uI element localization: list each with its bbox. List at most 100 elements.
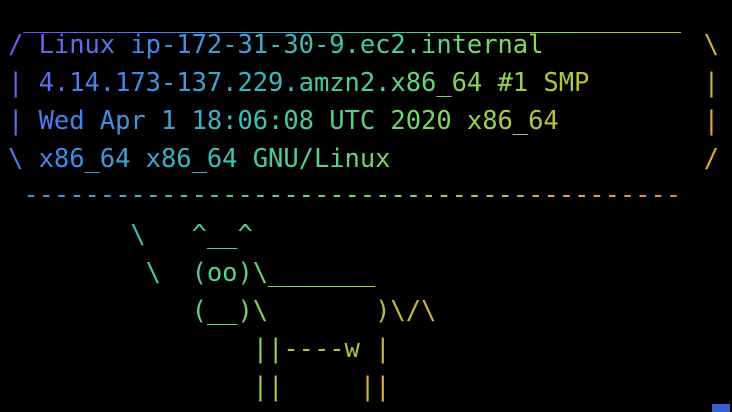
terminal-char: _ (436, 68, 452, 98)
terminal-char: - (53, 180, 70, 210)
terminal-char: - (160, 68, 177, 98)
terminal-char: 2 (390, 30, 406, 60)
terminal-char: . (405, 30, 422, 60)
terminal-char (23, 254, 38, 292)
terminal-char: n (436, 30, 452, 60)
terminal-char: - (359, 180, 376, 210)
terminal-char: . (53, 68, 70, 98)
terminal-char: _ (206, 220, 223, 250)
terminal-char (543, 140, 558, 178)
terminal-char: r (130, 106, 146, 136)
terminal-char: x (99, 30, 116, 60)
terminal-char: - (451, 180, 467, 210)
terminal-char (452, 102, 467, 140)
terminal-char: N (268, 144, 284, 174)
terminal-char (467, 140, 482, 178)
terminal-char: - (619, 180, 636, 210)
terminal-window[interactable]: ________________________________________… (0, 0, 732, 412)
terminal-char: \ (130, 220, 146, 250)
terminal-char: 1 (252, 30, 269, 60)
terminal-char (39, 292, 54, 330)
terminal-char: _ (206, 296, 223, 326)
terminal-char (115, 292, 130, 330)
terminal-line: || || (8, 368, 391, 406)
terminal-char: 4 (115, 144, 131, 174)
terminal-char: _ (298, 258, 314, 288)
terminal-char (130, 292, 145, 330)
terminal-char: 2 (359, 68, 376, 98)
terminal-char (54, 368, 69, 406)
terminal-char: 3 (145, 68, 162, 98)
terminal-char: : (222, 106, 238, 136)
terminal-char: A (99, 106, 116, 136)
terminal-char: n (344, 144, 360, 174)
terminal-char (192, 368, 207, 406)
terminal-char (39, 368, 54, 406)
terminal-char: 8 (482, 106, 498, 136)
terminal-char (130, 368, 145, 406)
terminal-char: i (53, 30, 70, 60)
terminal-char: e (466, 30, 483, 60)
terminal-char (84, 330, 99, 368)
terminal-char: - (176, 180, 192, 210)
terminal-char: 1 (512, 68, 529, 98)
terminal-char: . (375, 68, 391, 98)
terminal-char: _ (222, 296, 238, 326)
terminal-char: 2 (421, 106, 437, 136)
terminal-char (23, 26, 38, 64)
terminal-char: i (421, 30, 437, 60)
terminal-char: / (8, 30, 24, 60)
terminal-char: L (38, 30, 54, 60)
terminal-char: 6 (176, 144, 192, 174)
terminal-char: - (237, 180, 253, 210)
terminal-char (23, 64, 38, 102)
terminal-char: / (405, 296, 422, 326)
terminal-char: 6 (69, 144, 85, 174)
terminal-char: \ (8, 144, 24, 174)
terminal-char (635, 26, 650, 64)
terminal-char: a (512, 30, 529, 60)
terminal-char: - (650, 180, 666, 210)
terminal-char (390, 140, 405, 178)
terminal-char (161, 216, 176, 254)
terminal-char: | (252, 372, 269, 402)
terminal-char: | (375, 334, 391, 364)
terminal-char: - (160, 180, 177, 210)
terminal-char: - (283, 334, 299, 364)
terminal-char: 7 (206, 68, 223, 98)
terminal-char: G (252, 144, 269, 174)
terminal-char: e (53, 106, 70, 136)
terminal-char (23, 140, 38, 178)
terminal-char (161, 292, 176, 330)
terminal-char (513, 140, 528, 178)
terminal-char: 8 (405, 68, 422, 98)
terminal-line: / Linux ip-172-31-30-9.ec2.internal \ (8, 26, 719, 64)
terminal-char: - (466, 180, 483, 210)
terminal-char: - (528, 180, 544, 210)
terminal-char: - (252, 180, 269, 210)
terminal-char (115, 330, 130, 368)
terminal-char: - (69, 180, 85, 210)
terminal-char (605, 26, 620, 64)
terminal-char (589, 140, 604, 178)
terminal-char: - (115, 180, 131, 210)
terminal-char: t (451, 30, 467, 60)
terminal-char: 3 (237, 30, 253, 60)
terminal-char: - (512, 180, 529, 210)
terminal-char (421, 140, 436, 178)
terminal-char: / (703, 144, 720, 174)
terminal-char: 1 (160, 106, 177, 136)
terminal-char: 0 (405, 106, 422, 136)
terminal-char: 0 (237, 106, 253, 136)
terminal-char: - (405, 180, 422, 210)
terminal-char: . (222, 68, 238, 98)
terminal-char: _ (268, 258, 284, 288)
terminal-char: | (268, 372, 284, 402)
terminal-char: 2 (237, 68, 253, 98)
terminal-char: x (390, 68, 406, 98)
terminal-char (8, 216, 23, 254)
terminal-char (589, 26, 604, 64)
terminal-char (176, 216, 191, 254)
terminal-char: - (191, 180, 207, 210)
terminal-char: - (344, 180, 360, 210)
